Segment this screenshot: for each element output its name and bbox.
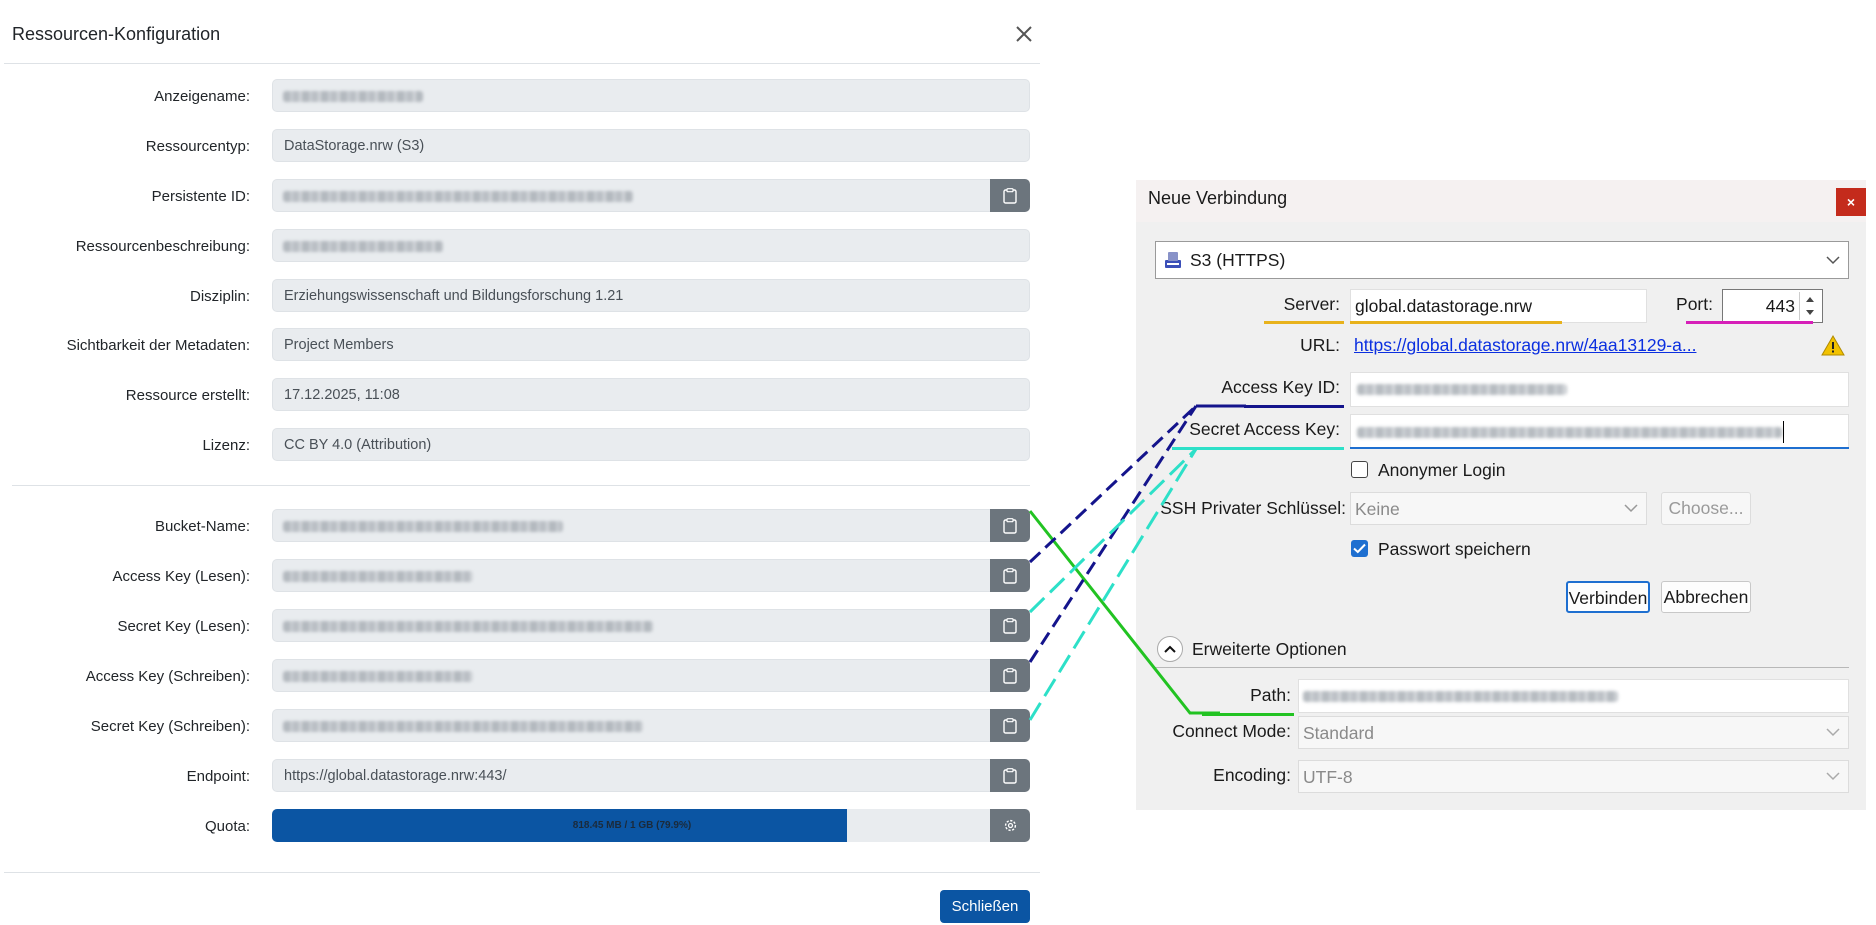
connector-secret-read bbox=[1028, 447, 1198, 614]
connector-secret-write bbox=[1028, 448, 1198, 721]
connector-bucket-path bbox=[1028, 510, 1220, 715]
connector-access-write bbox=[1028, 405, 1198, 663]
connector-access-read bbox=[1028, 404, 1198, 564]
connector-lines bbox=[1028, 404, 1246, 721]
